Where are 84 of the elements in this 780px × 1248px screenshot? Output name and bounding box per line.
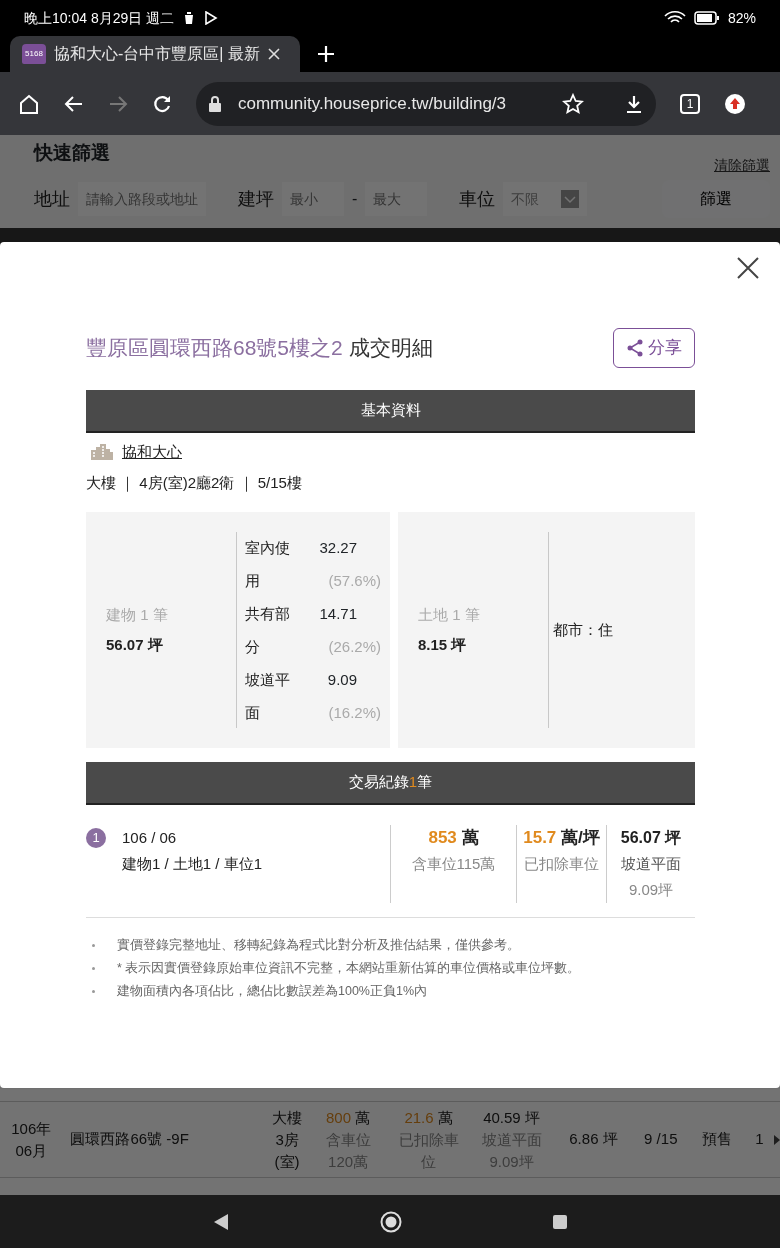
price-cell-text: 800 萬 xyxy=(324,1107,372,1128)
record-note: 含車位115萬 xyxy=(410,854,497,874)
item-label: 共有部分 xyxy=(245,604,291,657)
table-cell-text: 1 xyxy=(754,1129,765,1150)
home-icon[interactable] xyxy=(18,92,40,115)
table-cell-text: 40.59 坪 xyxy=(482,1107,541,1128)
note-text: 建物面積內各項佔比，總佔比數誤差為100%正負1%內 xyxy=(117,983,428,1000)
battery-level: 82% xyxy=(727,8,756,28)
reload-icon[interactable] xyxy=(152,93,172,114)
item-value: 14.71 xyxy=(318,604,358,624)
building-icon xyxy=(90,443,114,462)
item-value: 32.27 xyxy=(318,538,358,558)
input-field[interactable]: 最大 xyxy=(365,182,428,216)
area-label: 建物 1 筆 xyxy=(106,604,169,625)
record-note: 9.09坪 xyxy=(627,880,675,900)
battery-icon xyxy=(693,11,720,25)
filter-label: 車位 xyxy=(459,187,496,211)
upload-icon[interactable] xyxy=(724,92,746,115)
clear-filter-link[interactable]: 清除篩選 xyxy=(714,155,770,176)
status-time: 晚上10:04 8月29日 週二 xyxy=(24,8,175,28)
bullet-dot xyxy=(92,944,95,947)
table-cell-text: 3房 xyxy=(274,1129,300,1150)
area-value: 56.07 坪 xyxy=(106,635,164,655)
range-dash: - xyxy=(352,189,358,209)
wifi-icon xyxy=(663,11,686,25)
tab-count[interactable]: 1 xyxy=(680,93,700,114)
area-value: 8.15 坪 xyxy=(418,635,468,655)
item-value: 9.09 xyxy=(326,670,358,690)
note-text: 實價登錄完整地址、移轉紀錄為程式比對分析及推估結果，僅供參考。 xyxy=(117,937,520,954)
url-text: community.houseprice.tw/building/3 xyxy=(238,92,508,115)
section-header: 基本資料 xyxy=(86,390,695,433)
bullet-dot xyxy=(92,990,95,993)
record-note: 已扣除車位 xyxy=(523,854,600,874)
address-bar[interactable]: community.houseprice.tw/building/3 xyxy=(196,81,656,126)
item-label: 室內使用 xyxy=(245,538,291,591)
record-number: 1 xyxy=(86,828,106,848)
back-icon[interactable] xyxy=(212,1212,230,1231)
back-arrow-icon[interactable] xyxy=(64,93,84,114)
item-share: (16.2%) xyxy=(327,703,381,723)
item-label: 坡道平面 xyxy=(245,670,291,723)
recents-icon[interactable] xyxy=(552,1213,568,1230)
table-cell-text: 9 /15 xyxy=(643,1129,679,1150)
note-text: * 表示因實價登錄原始車位資訊不完整，本網站重新估算的車位價格或車位坪數。 xyxy=(117,960,581,977)
item-share: (26.2%) xyxy=(327,637,381,657)
zoning-text: 都市：住 xyxy=(552,619,613,640)
record-parts: 建物1 / 土地1 / 車位1 xyxy=(122,854,263,874)
play-icon xyxy=(204,11,219,25)
caret-right-icon[interactable] xyxy=(774,1134,780,1145)
total-price: 853 萬 xyxy=(427,827,480,849)
section-header: 交易紀錄1筆 xyxy=(86,762,695,805)
table-cell-text: 106年 xyxy=(10,1118,53,1139)
table-cell-text: (室) xyxy=(273,1151,301,1172)
star-icon[interactable] xyxy=(562,92,584,115)
favicon: 5168 xyxy=(22,44,46,64)
unit-price: 15.7 萬/坪 xyxy=(522,827,601,849)
download-icon[interactable] xyxy=(624,93,644,114)
table-cell-text: 圓環西路66號 -9F xyxy=(69,1129,190,1150)
share-icon xyxy=(626,339,644,357)
browser-tab[interactable]: 5168 協和大心-台中市豐原區| 最新 xyxy=(10,36,300,72)
property-info: 大樓 ｜ 4房(室)2廳2衛 ｜ 5/15樓 xyxy=(86,472,303,494)
filter-label: 建坪 xyxy=(238,187,274,211)
item-share: (57.6%) xyxy=(327,571,381,591)
table-cell-text: 大樓 xyxy=(271,1107,304,1128)
community-link[interactable]: 協和大心 xyxy=(122,441,182,464)
section-title: 快速篩選 xyxy=(34,141,110,165)
input-field[interactable]: 請輸入路段或地址 xyxy=(78,182,206,216)
price-cell-text: 21.6 萬 xyxy=(403,1107,454,1128)
table-cell-text: 06月 xyxy=(14,1140,49,1161)
close-icon[interactable] xyxy=(736,256,760,280)
bullet-dot xyxy=(92,967,95,970)
home-icon[interactable] xyxy=(380,1210,402,1233)
area-label: 土地 1 筆 xyxy=(418,604,481,625)
table-cell-text: 預售 xyxy=(701,1129,734,1150)
input-field[interactable]: 最小 xyxy=(282,182,344,216)
record-note: 坡道平面 xyxy=(620,854,682,874)
dialog-title: 豐原區圓環西路68號5樓之2 成交明細 xyxy=(86,335,433,362)
plus-icon[interactable] xyxy=(316,44,336,64)
share-button[interactable]: 分享 xyxy=(613,328,695,368)
lock-icon xyxy=(208,95,222,112)
filter-label: 地址 xyxy=(34,187,70,211)
tab-title: 協和大心-台中市豐原區| 最新 xyxy=(54,44,260,64)
record-area: 56.07 坪 xyxy=(607,825,695,851)
table-cell-text: 6.86 坪 xyxy=(568,1129,619,1150)
record-date: 106 / 06 xyxy=(122,828,178,848)
